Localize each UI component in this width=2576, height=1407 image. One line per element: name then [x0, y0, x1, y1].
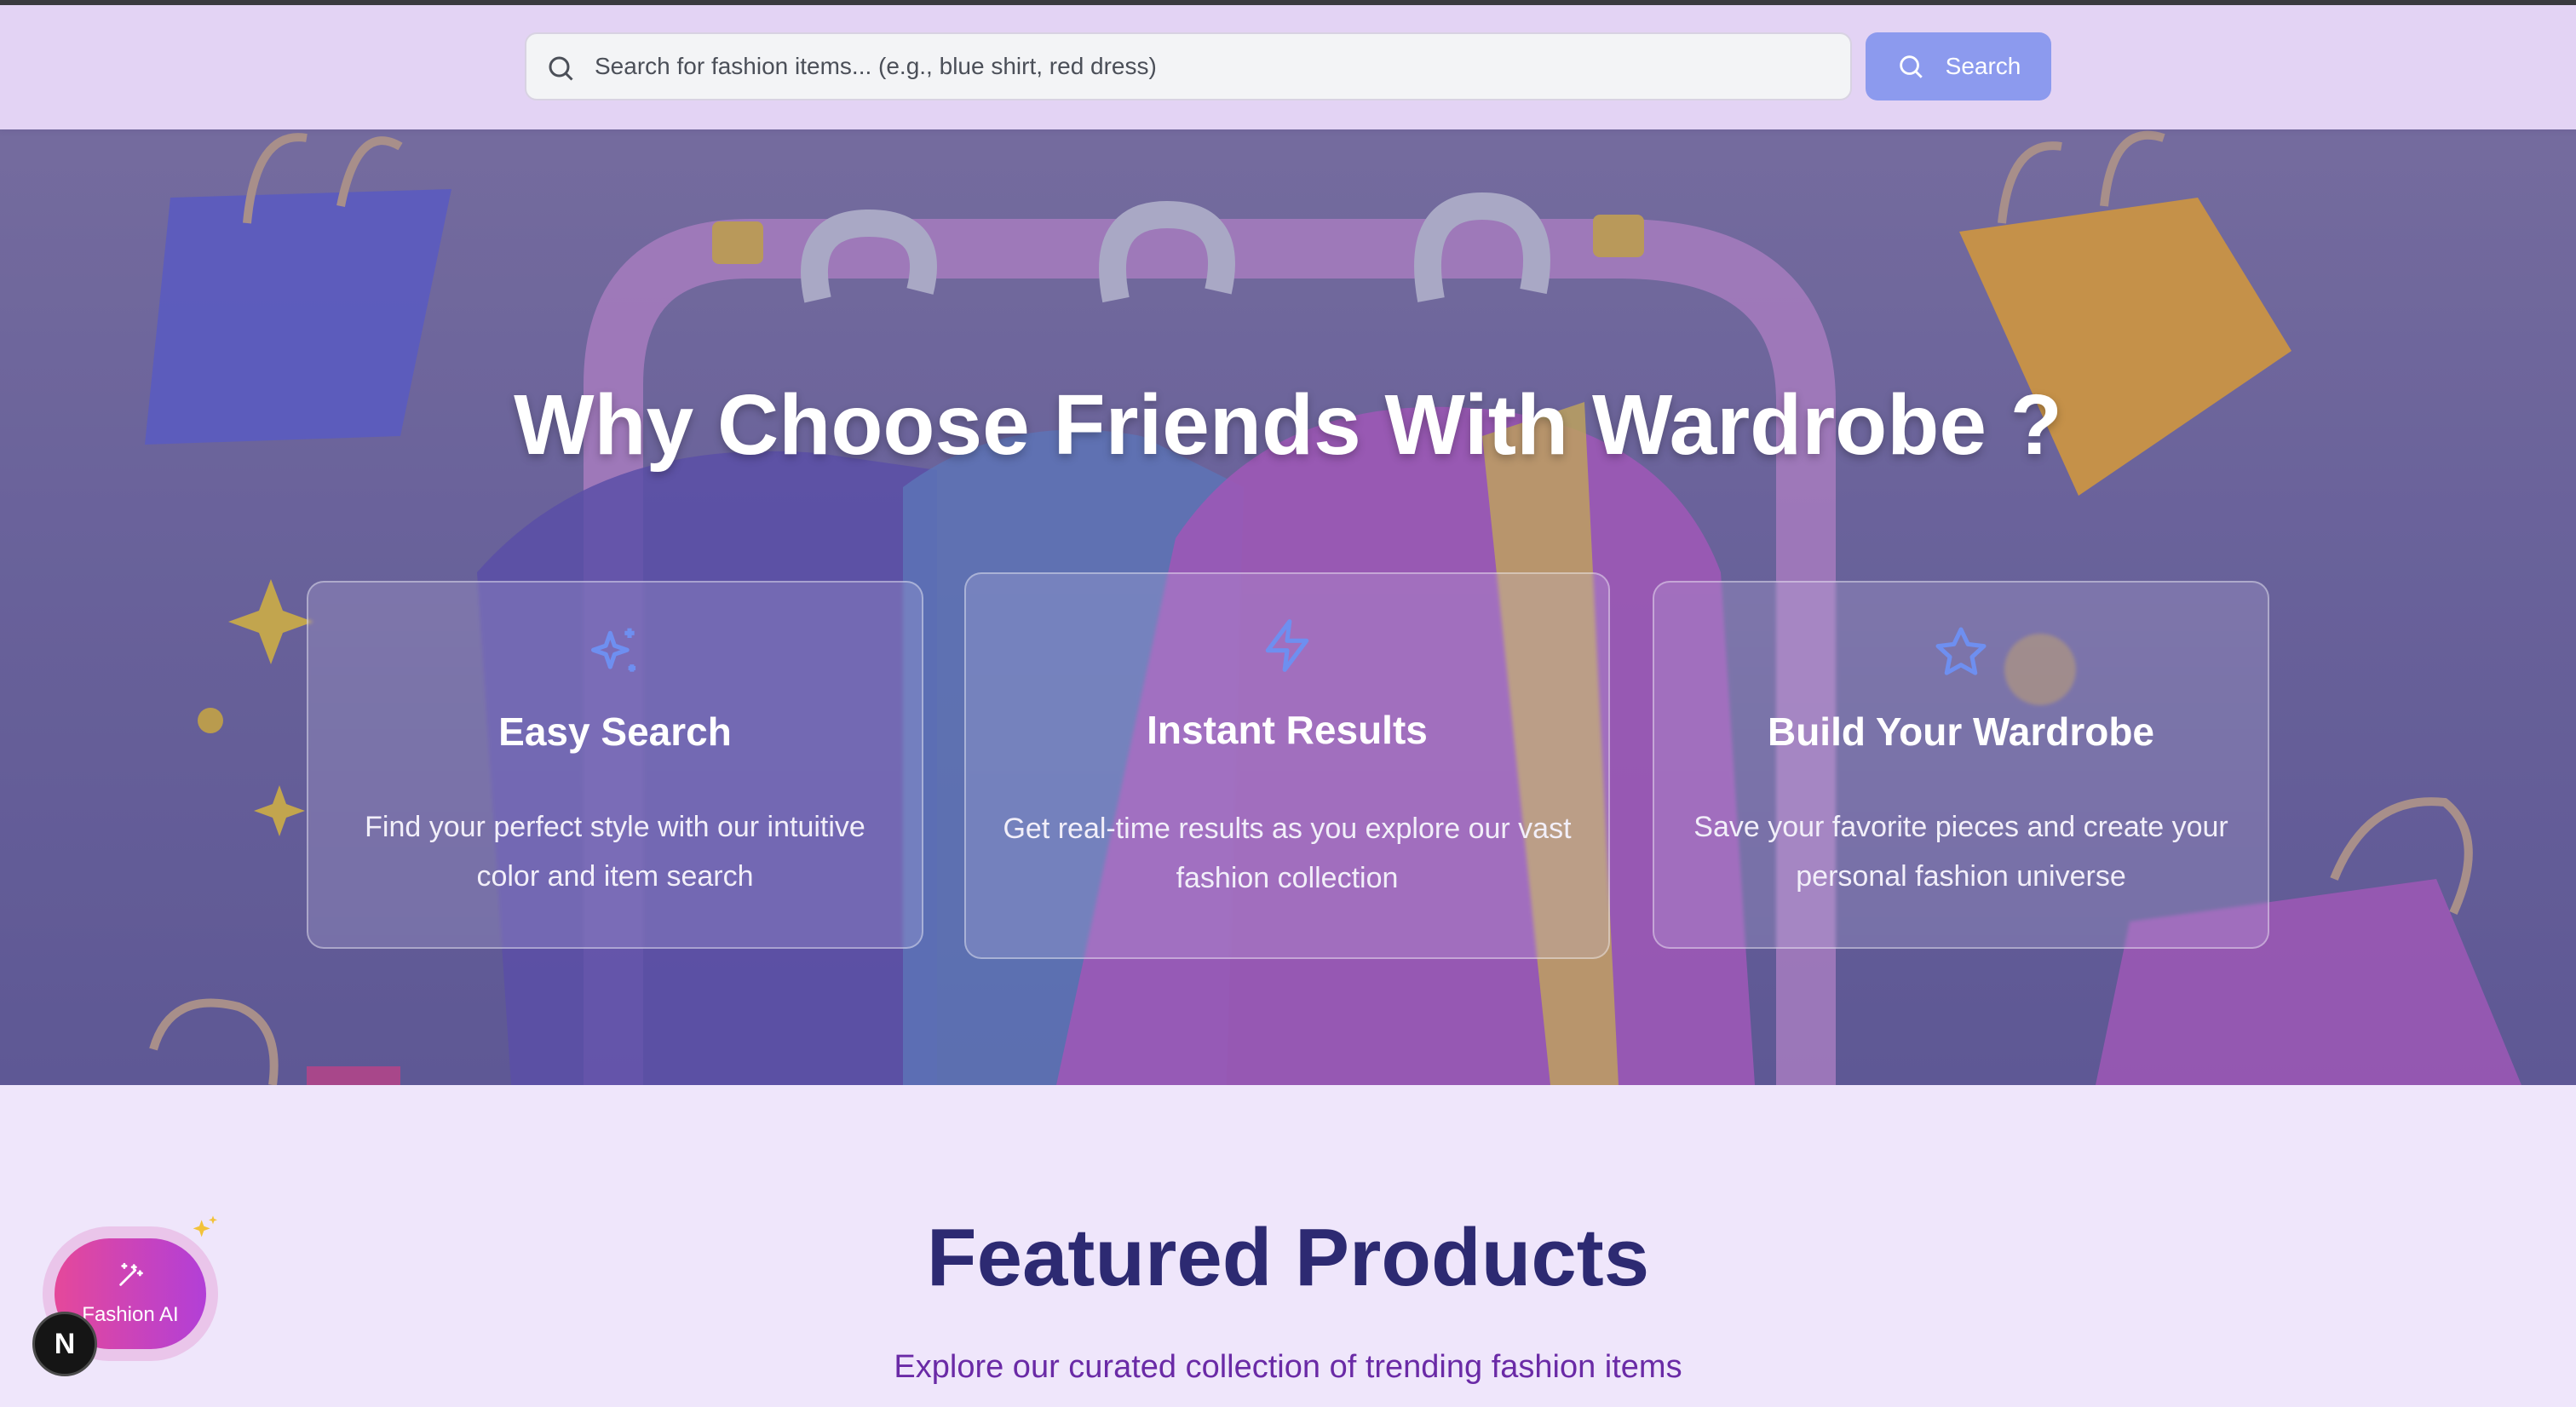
- feature-description: Save your favorite pieces and create you…: [1693, 811, 2228, 893]
- feature-description: Find your perfect style with our intuiti…: [365, 811, 865, 893]
- feature-card-build-wardrobe: Build Your Wardrobe Save your favorite p…: [1653, 581, 2269, 949]
- feature-title: Build Your Wardrobe: [1767, 709, 2155, 754]
- sparkle-badge-icon: [193, 1215, 217, 1238]
- search-button[interactable]: Search: [1866, 32, 2051, 100]
- search-input[interactable]: [595, 34, 1830, 99]
- feature-description: Get real-time results as you explore our…: [1003, 813, 1572, 894]
- featured-products-title: Featured Products: [926, 1212, 1650, 1303]
- search-icon: [549, 56, 573, 81]
- feature-title: Instant Results: [1147, 708, 1428, 752]
- feature-card-easy-search: Easy Search Find your perfect style with…: [307, 581, 923, 949]
- magic-wand-icon: [119, 1262, 143, 1286]
- search-icon: [1899, 55, 1923, 78]
- featured-products-subtitle: Explore our curated collection of trendi…: [894, 1349, 1682, 1385]
- star-icon: [1935, 627, 1987, 675]
- lightning-icon: [1265, 619, 1309, 672]
- header-bar: Search: [0, 5, 2576, 129]
- search-box[interactable]: [525, 32, 1852, 100]
- feature-title: Easy Search: [498, 709, 732, 754]
- feature-card-instant-results: Instant Results Get real-time results as…: [964, 572, 1610, 959]
- nextjs-dev-badge[interactable]: N: [32, 1312, 97, 1376]
- hero-section: Why Choose Friends With Wardrobe ? Easy …: [0, 129, 2576, 1085]
- search-button-label: Search: [1945, 53, 2021, 79]
- hero-title: Why Choose Friends With Wardrobe ?: [514, 377, 2062, 473]
- sparkles-icon: [590, 628, 636, 672]
